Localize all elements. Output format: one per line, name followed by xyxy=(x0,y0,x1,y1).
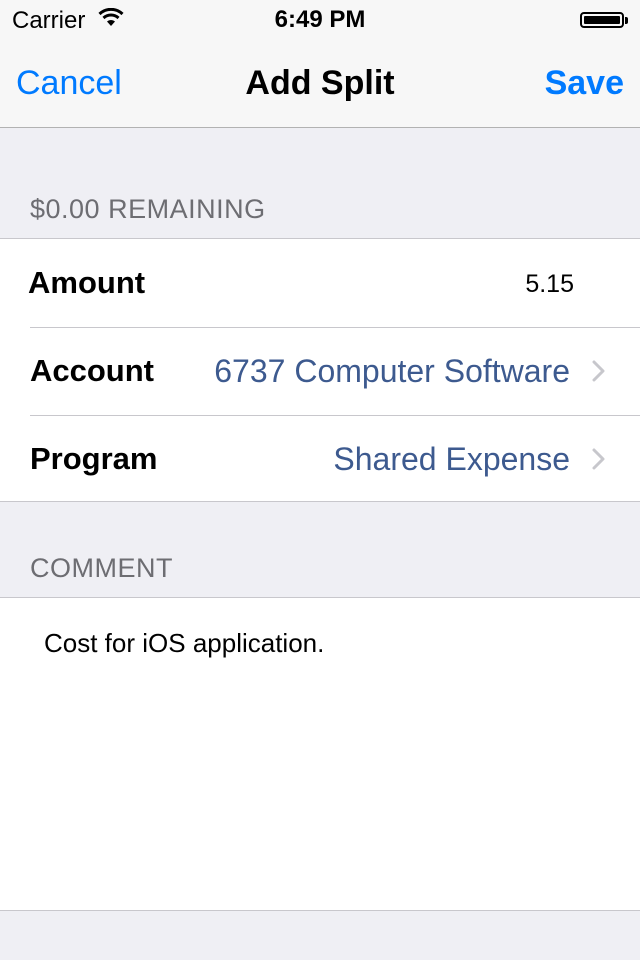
navigation-bar: Cancel Add Split Save xyxy=(0,40,640,128)
status-bar: Carrier 6:49 PM xyxy=(0,0,640,40)
program-row[interactable]: Program Shared Expense xyxy=(0,415,640,503)
split-details-group: Amount 5.15 Account 6737 Computer Softwa… xyxy=(0,238,640,502)
comment-text: Cost for iOS application. xyxy=(44,628,325,658)
account-row[interactable]: Account 6737 Computer Software xyxy=(0,327,640,415)
account-value: 6737 Computer Software xyxy=(214,353,570,389)
save-button[interactable]: Save xyxy=(545,64,624,103)
comment-header: COMMENT xyxy=(30,553,173,583)
remaining-header: $0.00 REMAINING xyxy=(30,194,266,224)
amount-row[interactable]: Amount 5.15 xyxy=(0,239,640,327)
battery-icon xyxy=(580,12,624,28)
status-time: 6:49 PM xyxy=(274,6,366,33)
chevron-right-icon xyxy=(586,359,610,383)
chevron-right-icon xyxy=(586,447,610,471)
amount-field[interactable]: 5.15 xyxy=(525,270,574,299)
battery-tip xyxy=(625,17,628,24)
program-value: Shared Expense xyxy=(333,441,570,477)
account-label: Account xyxy=(30,353,154,388)
program-label: Program xyxy=(30,441,158,476)
amount-label: Amount xyxy=(28,265,146,300)
comment-textarea[interactable]: Cost for iOS application. xyxy=(0,597,640,911)
